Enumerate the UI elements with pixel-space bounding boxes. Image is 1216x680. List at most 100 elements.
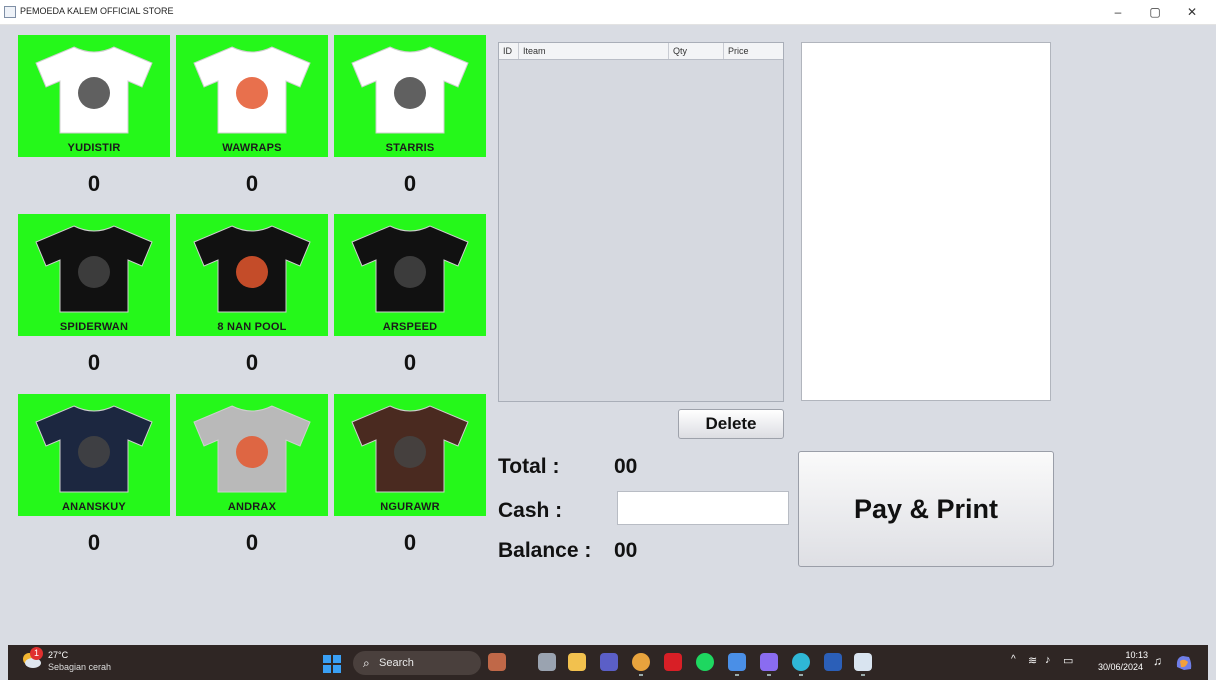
receipt-area[interactable]: [801, 42, 1051, 401]
delete-button[interactable]: Delete: [678, 409, 784, 439]
notification-bell-icon[interactable]: ♫: [1153, 654, 1162, 668]
column-qty[interactable]: Qty: [669, 43, 724, 59]
cash-input[interactable]: [617, 491, 789, 525]
word-icon[interactable]: [824, 653, 842, 671]
tshirt-icon: [193, 405, 311, 493]
battery-icon[interactable]: ▭: [1063, 654, 1073, 667]
product-name: NGURAWR: [380, 501, 440, 513]
minimize-button[interactable]: –: [1102, 2, 1134, 22]
product-name: WAWRAPS: [222, 142, 282, 154]
product-name: SPIDERWAN: [59, 321, 129, 333]
clock-time[interactable]: 10:13: [1108, 650, 1148, 660]
wifi-icon[interactable]: ≋: [1028, 654, 1037, 667]
table-header: ID Iteam Qty Price: [499, 43, 783, 60]
product-card-8[interactable]: ANDRAX: [176, 394, 328, 516]
order-table[interactable]: ID Iteam Qty Price: [498, 42, 784, 402]
product-card-9[interactable]: NGURAWR: [334, 394, 486, 516]
product-qty: 0: [245, 171, 259, 196]
product-card-2[interactable]: WAWRAPS: [176, 35, 328, 157]
product-qty: 0: [403, 350, 417, 375]
product-qty: 0: [87, 350, 101, 375]
product-qty: 0: [245, 350, 259, 375]
product-card-6[interactable]: ARSPEED: [334, 214, 486, 336]
window-title: PEMOEDA KALEM OFFICIAL STORE: [20, 6, 174, 16]
product-card-7[interactable]: ANANSKUY: [18, 394, 170, 516]
cash-label: Cash :: [498, 499, 563, 522]
tshirt-icon: [351, 46, 469, 134]
product-qty: 0: [245, 530, 259, 555]
weather-desc[interactable]: Sebagian cerah: [48, 662, 111, 672]
clock-date[interactable]: 30/06/2024: [1098, 662, 1143, 672]
print-graphic: [78, 77, 110, 109]
total-value: 00: [614, 455, 638, 478]
java-icon[interactable]: [854, 653, 872, 671]
chrome-alt-icon[interactable]: [728, 653, 746, 671]
running-indicator: [639, 674, 643, 676]
app-avatar-icon[interactable]: [488, 653, 506, 671]
tray-chevron-icon[interactable]: ^: [1011, 654, 1016, 665]
product-qty: 0: [87, 530, 101, 555]
netflix-icon[interactable]: [664, 653, 682, 671]
notification-badge: 1: [30, 647, 43, 660]
chrome-icon[interactable]: [632, 653, 650, 671]
product-card-4[interactable]: SPIDERWAN: [18, 214, 170, 336]
java-app-icon: [4, 6, 16, 18]
running-indicator: [861, 674, 865, 676]
running-indicator: [735, 674, 739, 676]
windows-start-icon[interactable]: [323, 655, 341, 673]
product-name: ANANSKUY: [62, 501, 126, 513]
product-qty: 0: [403, 171, 417, 196]
search-placeholder: Search: [379, 657, 414, 669]
restore-button[interactable]: ▢: [1139, 2, 1171, 22]
taskbar: 1 27°C Sebagian cerah ⌕ Search ^ ≋ ♪ ▭ 1…: [8, 645, 1208, 680]
print-graphic: [78, 256, 110, 288]
balance-value: 00: [614, 539, 638, 562]
product-name: ARSPEED: [382, 321, 438, 333]
teams-icon[interactable]: [600, 653, 618, 671]
print-graphic: [236, 77, 268, 109]
tshirt-icon: [193, 46, 311, 134]
print-graphic: [236, 436, 268, 468]
title-bar: PEMOEDA KALEM OFFICIAL STORE – ▢ ✕: [0, 0, 1216, 25]
pay-print-button[interactable]: Pay & Print: [798, 451, 1054, 567]
tshirt-icon: [35, 225, 153, 313]
task-view-icon[interactable]: [538, 653, 556, 671]
product-name: 8 NAN POOL: [217, 321, 287, 333]
tshirt-icon: [351, 405, 469, 493]
print-graphic: [394, 256, 426, 288]
product-card-5[interactable]: 8 NAN POOL: [176, 214, 328, 336]
search-icon: ⌕: [363, 656, 370, 670]
weather-temp[interactable]: 27°C: [48, 650, 68, 660]
tshirt-icon: [193, 225, 311, 313]
product-card-3[interactable]: STARRIS: [334, 35, 486, 157]
product-qty: 0: [403, 530, 417, 555]
product-name: YUDISTIR: [67, 142, 121, 154]
print-graphic: [394, 436, 426, 468]
product-name: ANDRAX: [227, 501, 277, 513]
column-item[interactable]: Iteam: [519, 43, 669, 59]
column-id[interactable]: ID: [499, 43, 519, 59]
tshirt-icon: [351, 225, 469, 313]
running-indicator: [767, 674, 771, 676]
balance-label: Balance :: [498, 539, 592, 562]
volume-icon[interactable]: ♪: [1045, 654, 1051, 666]
running-indicator: [799, 674, 803, 676]
store-app: YUDISTIR 0 WAWRAPS 0 STARRIS 0 SPIDERWAN 0 8 NAN…: [0, 25, 1216, 645]
print-graphic: [394, 77, 426, 109]
tshirt-icon: [35, 46, 153, 134]
total-label: Total :: [498, 455, 560, 478]
taskbar-search[interactable]: ⌕ Search: [353, 651, 481, 675]
spotify-icon[interactable]: [696, 653, 714, 671]
copilot-icon[interactable]: [1174, 653, 1194, 673]
edge-icon[interactable]: [792, 653, 810, 671]
print-graphic: [78, 436, 110, 468]
tshirt-icon: [35, 405, 153, 493]
product-qty: 0: [87, 171, 101, 196]
column-price[interactable]: Price: [724, 43, 783, 59]
close-button[interactable]: ✕: [1176, 2, 1208, 22]
shield-app-icon[interactable]: [760, 653, 778, 671]
product-card-1[interactable]: YUDISTIR: [18, 35, 170, 157]
product-name: STARRIS: [385, 142, 435, 154]
file-explorer-icon[interactable]: [568, 653, 586, 671]
print-graphic: [236, 256, 268, 288]
